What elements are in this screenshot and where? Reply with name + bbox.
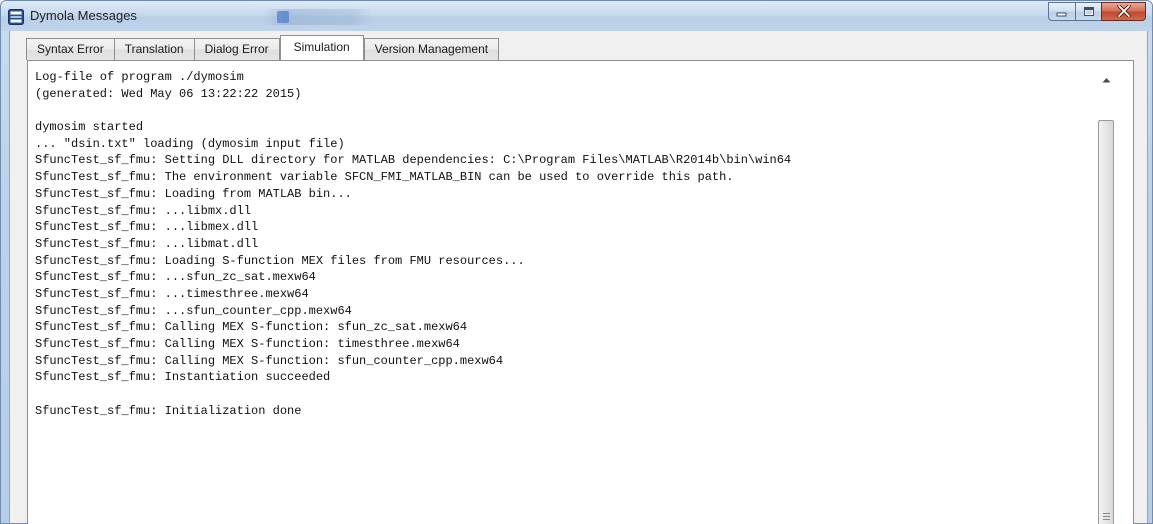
log-line: SfuncTest_sf_fmu: Calling MEX S-function… <box>35 320 468 335</box>
close-icon <box>1116 2 1131 21</box>
tab-simulation[interactable]: Simulation <box>279 35 364 60</box>
log-line: SfuncTest_sf_fmu: ...timesthree.mexw64 <box>35 286 309 301</box>
log-line: SfuncTest_sf_fmu: ...sfun_counter_cpp.me… <box>35 303 352 318</box>
log-line: SfuncTest_sf_fmu: ...libmex.dll <box>35 220 259 235</box>
log-line: ... "dsin.txt" loading (dymosim input fi… <box>35 136 345 151</box>
log-line: SfuncTest_sf_fmu: ...sfun_zc_sat.mexw64 <box>35 270 316 285</box>
tab-syntax-error[interactable]: Syntax Error <box>26 38 115 60</box>
log-line: SfuncTest_sf_fmu: Calling MEX S-function… <box>35 353 504 368</box>
maximize-icon <box>1083 2 1095 21</box>
title-bar[interactable]: Dymola Messages <box>1 1 1152 31</box>
vertical-scrollbar[interactable] <box>1097 69 1115 524</box>
log-line: SfuncTest_sf_fmu: Loading S-function MEX… <box>35 253 525 268</box>
simulation-log-text[interactable]: Log-file of program ./dymosim (generated… <box>35 69 1090 524</box>
window-controls <box>1048 2 1146 22</box>
minimize-icon <box>1056 2 1068 21</box>
close-button[interactable] <box>1101 2 1146 21</box>
log-line: SfuncTest_sf_fmu: ...libmat.dll <box>35 236 259 251</box>
window-title: Dymola Messages <box>30 8 137 23</box>
log-line: SfuncTest_sf_fmu: Initialization done <box>35 403 302 418</box>
log-line: SfuncTest_sf_fmu: Loading from MATLAB bi… <box>35 186 352 201</box>
log-line: SfuncTest_sf_fmu: ...libmx.dll <box>35 203 252 218</box>
scrollbar-thumb[interactable] <box>1098 120 1114 524</box>
log-line: (generated: Wed May 06 13:22:22 2015) <box>35 86 302 101</box>
log-line: dymosim started <box>35 120 144 135</box>
dymola-app-icon[interactable] <box>8 9 24 25</box>
chevron-up-icon <box>1102 68 1111 87</box>
tab-version-management[interactable]: Version Management <box>363 38 500 60</box>
log-line: SfuncTest_sf_fmu: The environment variab… <box>35 170 734 185</box>
message-tabs: Syntax Error Translation Dialog Error Si… <box>26 35 500 60</box>
scroll-up-button[interactable] <box>1097 69 1115 86</box>
maximize-button[interactable] <box>1075 2 1101 21</box>
blurred-title-region <box>263 9 373 25</box>
tab-dialog-error[interactable]: Dialog Error <box>193 38 280 60</box>
log-line: SfuncTest_sf_fmu: Setting DLL directory … <box>35 153 792 168</box>
log-line: SfuncTest_sf_fmu: Calling MEX S-function… <box>35 337 460 351</box>
log-line: SfuncTest_sf_fmu: Instantiation succeede… <box>35 370 331 385</box>
minimize-button[interactable] <box>1048 2 1075 21</box>
tab-translation[interactable]: Translation <box>113 38 195 60</box>
scrollbar-grip-icon <box>1103 511 1110 520</box>
log-line: Log-file of program ./dymosim <box>35 70 244 84</box>
